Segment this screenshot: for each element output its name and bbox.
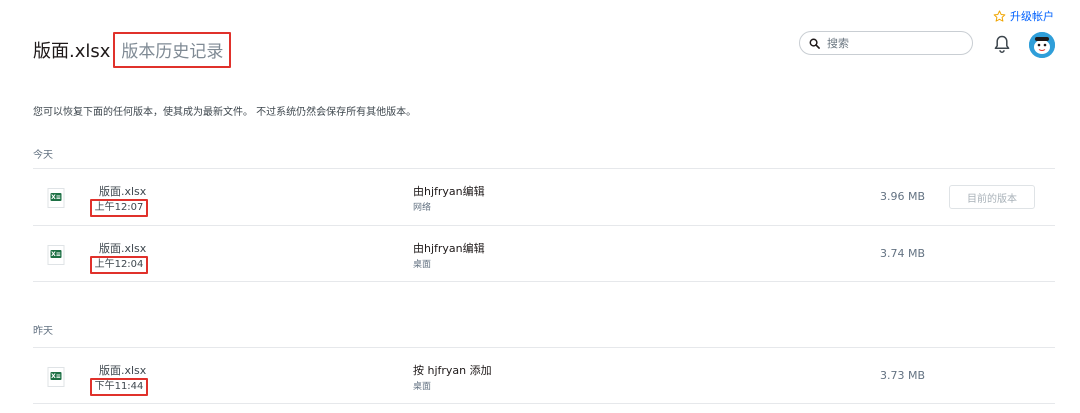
search-box[interactable]	[799, 31, 973, 55]
version-editor: 由hjfryan编辑	[413, 242, 485, 255]
version-row[interactable]: X≡ 版面.xlsx 上午12:04 由hjfryan编辑 桌面 3.74 MB	[33, 225, 1055, 282]
star-icon	[993, 9, 1006, 22]
version-time[interactable]: 上午12:04	[90, 256, 148, 274]
excel-file-icon: X≡	[47, 367, 65, 387]
section-label-yesterday: 昨天	[33, 326, 53, 337]
excel-file-icon: X≡	[47, 245, 65, 265]
avatar-face-icon	[1029, 32, 1055, 58]
version-editor: 由hjfryan编辑	[413, 185, 485, 198]
version-filename: 版面.xlsx	[99, 185, 147, 198]
section-label-today: 今天	[33, 150, 53, 161]
version-size: 3.96 MB	[880, 190, 926, 203]
version-time[interactable]: 上午12:07	[90, 199, 148, 217]
page-title: 版面.xlsx 版本历史记录	[33, 32, 232, 68]
svg-text:X≡: X≡	[51, 251, 61, 258]
excel-file-icon: X≡	[47, 188, 65, 208]
version-time[interactable]: 下午11:44	[90, 378, 148, 396]
version-source: 网络	[413, 203, 432, 213]
version-size: 3.73 MB	[880, 369, 926, 382]
version-filename: 版面.xlsx	[99, 242, 147, 255]
version-row[interactable]: X≡ 版面.xlsx 下午11:44 按 hjfryan 添加 桌面 3.73 …	[33, 347, 1055, 404]
version-row[interactable]: X≡ 版面.xlsx 上午12:07 由hjfryan编辑 网络 3.96 MB…	[33, 168, 1055, 225]
upgrade-account-link[interactable]: 升级帐户	[993, 8, 1054, 24]
version-history-title: 版本历史记录	[113, 32, 232, 68]
upgrade-account-label: 升级帐户	[1010, 10, 1054, 23]
bell-icon[interactable]	[993, 34, 1011, 54]
file-title: 版面.xlsx	[33, 41, 111, 62]
version-source: 桌面	[413, 260, 432, 270]
avatar[interactable]	[1029, 32, 1055, 58]
svg-text:X≡: X≡	[51, 194, 61, 201]
search-input[interactable]	[827, 36, 967, 50]
version-size: 3.74 MB	[880, 247, 926, 260]
current-version-button[interactable]: 目前的版本	[949, 185, 1035, 209]
search-icon	[809, 38, 820, 49]
description-text: 您可以恢复下面的任何版本，使其成为最新文件。 不过系统仍然会保存所有其他版本。	[33, 107, 417, 118]
svg-text:X≡: X≡	[51, 373, 61, 380]
version-editor: 按 hjfryan 添加	[413, 364, 492, 377]
version-source: 桌面	[413, 382, 432, 392]
version-filename: 版面.xlsx	[99, 364, 147, 377]
